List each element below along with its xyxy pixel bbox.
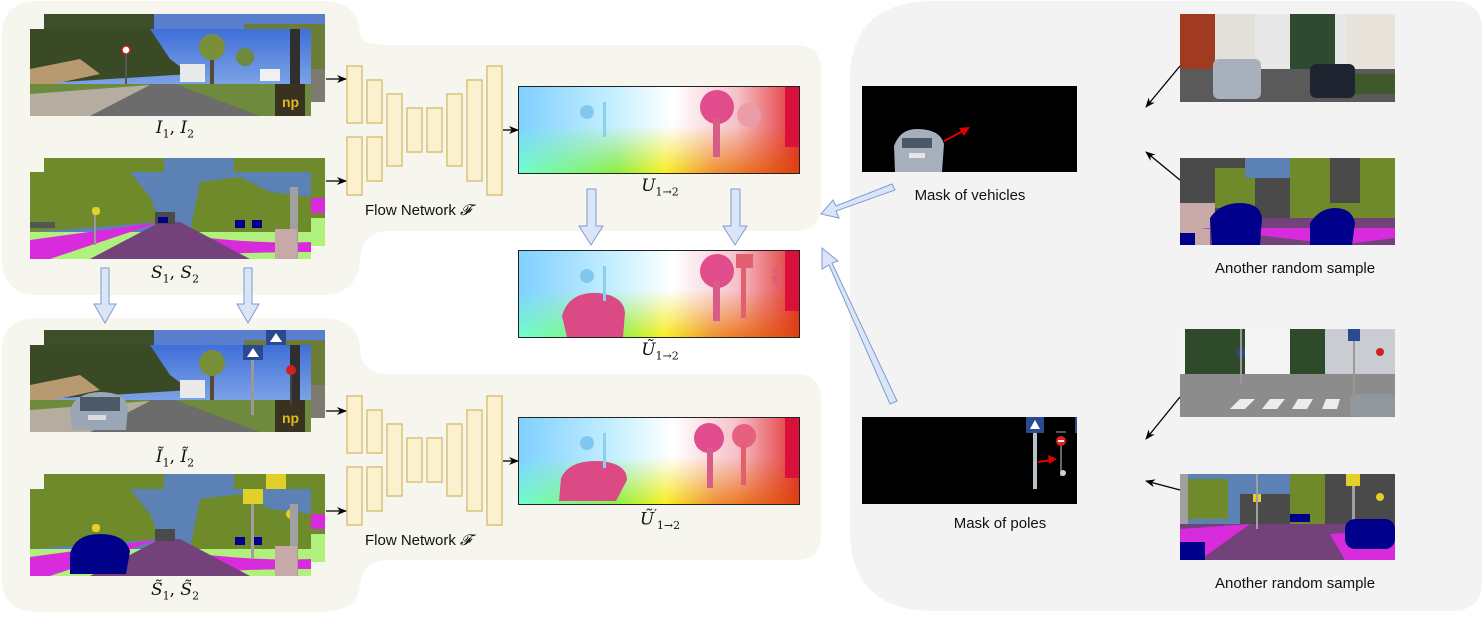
decoder-block-3 — [486, 395, 503, 526]
encoder-block-3 — [386, 93, 403, 167]
decoder-block-3 — [486, 65, 503, 196]
flow-label: U1→2 — [641, 176, 679, 199]
pole-mask-overlay — [1026, 417, 1066, 489]
decoder-block-2 — [466, 409, 483, 512]
bottleneck-block-2 — [426, 107, 443, 153]
encoder-block-1a — [346, 395, 363, 454]
encoder-block-1a — [346, 65, 363, 124]
aug-seg-frame-1 — [30, 489, 311, 576]
optical-flow-u12 — [518, 86, 800, 174]
augmented-flow-u12 — [518, 250, 800, 338]
svg-text:np: np — [282, 410, 299, 426]
encoder-block-1b — [346, 466, 363, 526]
vehicle-mask-image — [862, 86, 1077, 172]
predicted-flow-u12-prime — [518, 417, 800, 505]
decoder-block-1 — [446, 423, 463, 497]
encoder-block-2b — [366, 466, 383, 512]
poles-mask-caption: Mask of poles — [953, 515, 1047, 532]
sample-caption-top: Another random sample — [1215, 260, 1376, 277]
bottleneck-block-2 — [426, 437, 443, 483]
bottom-network-label: Flow Network 𝓕 — [365, 531, 472, 549]
random-sample-seg-bottom — [1180, 474, 1395, 560]
vehicles-mask-caption: Mask of vehicles — [914, 187, 1026, 204]
aug-segmentation-label: S̃1, S̃2 — [150, 580, 200, 603]
sample-caption-bottom: Another random sample — [1215, 575, 1376, 592]
aug-rgb-frame-1: np — [30, 345, 311, 432]
encoder-block-3 — [386, 423, 403, 497]
encoder-block-2b — [366, 136, 383, 182]
encoder-block-2a — [366, 79, 383, 124]
random-sample-rgb-bottom — [1180, 329, 1395, 417]
decoder-block-2 — [466, 79, 483, 182]
top-network-label: Flow Network 𝓕 — [365, 201, 472, 219]
encoder-block-1b — [346, 136, 363, 196]
decoder-block-1 — [446, 93, 463, 167]
random-sample-rgb-top — [1180, 14, 1395, 102]
predicted-flow-label: Ũ′1→2 — [639, 507, 681, 533]
augmented-flow-label: Ũ1→2 — [641, 340, 679, 363]
aug-images-label: Ĩ1, Ĩ2 — [155, 447, 195, 470]
random-sample-seg-top — [1180, 158, 1395, 245]
encoder-block-2a — [366, 409, 383, 454]
bottleneck-block-1 — [406, 107, 423, 153]
bottleneck-block-1 — [406, 437, 423, 483]
red-motion-arrow-icon — [1048, 455, 1057, 464]
